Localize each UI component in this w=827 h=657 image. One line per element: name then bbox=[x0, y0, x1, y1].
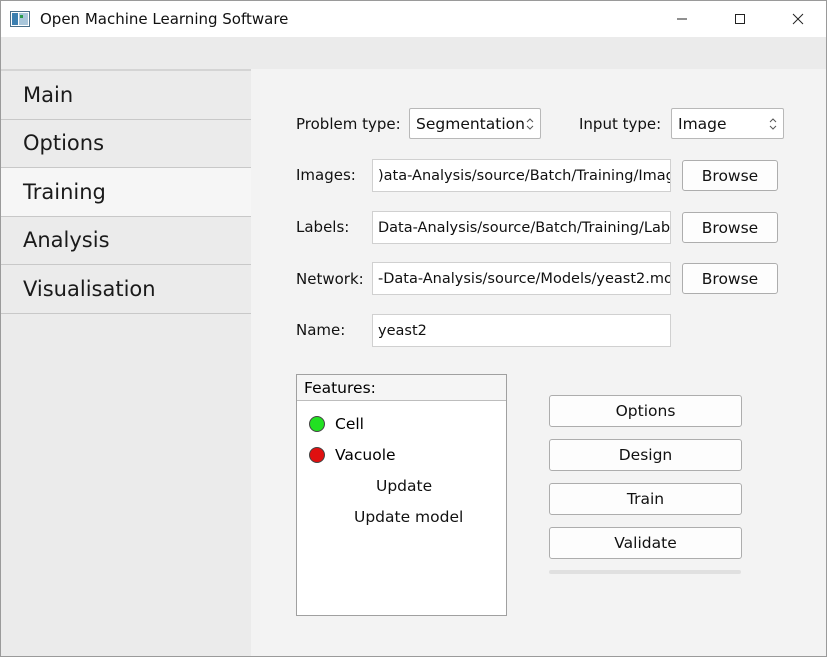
title-bar: Open Machine Learning Software bbox=[1, 1, 826, 37]
problem-type-select[interactable]: Segmentation bbox=[409, 108, 541, 139]
browse-labels-button[interactable]: Browse bbox=[682, 212, 778, 243]
close-icon bbox=[792, 13, 804, 25]
sidebar-item-label: Training bbox=[23, 179, 106, 204]
window-title: Open Machine Learning Software bbox=[40, 10, 289, 28]
images-path-field[interactable]: )ata-Analysis/source/Batch/Training/Imag… bbox=[372, 159, 671, 192]
sidebar-item-label: Main bbox=[23, 82, 74, 107]
app-logo-icon bbox=[10, 11, 30, 27]
design-button[interactable]: Design bbox=[549, 439, 742, 471]
problem-type-label: Problem type: bbox=[296, 115, 401, 133]
sidebar-item-visualisation[interactable]: Visualisation bbox=[1, 265, 251, 314]
maximize-icon bbox=[735, 14, 745, 24]
minimize-button[interactable] bbox=[653, 1, 711, 37]
validate-button[interactable]: Validate bbox=[549, 527, 742, 559]
labels-path-field[interactable]: Data-Analysis/source/Batch/Training/Labe… bbox=[372, 211, 671, 244]
network-path-field[interactable]: -Data-Analysis/source/Models/yeast2.mode… bbox=[372, 262, 671, 295]
toolbar-strip bbox=[1, 37, 826, 69]
training-panel: Problem type: Segmentation Input type: I… bbox=[251, 69, 826, 656]
name-label: Name: bbox=[296, 321, 346, 339]
features-panel: Features: Cell Vacuole Update Update mod… bbox=[296, 374, 507, 616]
input-type-value: Image bbox=[678, 114, 727, 133]
sidebar-item-training[interactable]: Training bbox=[1, 168, 251, 217]
features-header: Features: bbox=[297, 375, 506, 401]
app-window: Open Machine Learning Software Main Opti… bbox=[0, 0, 827, 657]
update-features-button[interactable]: Update bbox=[376, 477, 432, 495]
feature-color-icon[interactable] bbox=[309, 447, 325, 463]
update-model-button[interactable]: Update model bbox=[354, 508, 463, 526]
minimize-icon bbox=[677, 18, 687, 20]
input-type-label: Input type: bbox=[579, 115, 662, 133]
training-progress-bar bbox=[549, 570, 741, 574]
browse-images-button[interactable]: Browse bbox=[682, 160, 778, 191]
sidebar-item-analysis[interactable]: Analysis bbox=[1, 216, 251, 265]
images-label: Images: bbox=[296, 166, 356, 184]
feature-item-vacuole[interactable]: Vacuole bbox=[309, 446, 396, 464]
maximize-button[interactable] bbox=[711, 1, 769, 37]
sidebar-item-options[interactable]: Options bbox=[1, 119, 251, 168]
sidebar: Main Options Training Analysis Visualisa… bbox=[1, 69, 251, 656]
sidebar-item-main[interactable]: Main bbox=[1, 71, 251, 120]
sidebar-item-label: Analysis bbox=[23, 228, 110, 253]
close-button[interactable] bbox=[769, 1, 826, 37]
feature-item-cell[interactable]: Cell bbox=[309, 415, 364, 433]
network-label: Network: bbox=[296, 270, 364, 288]
options-button[interactable]: Options bbox=[549, 395, 742, 427]
model-name-field[interactable]: yeast2 bbox=[372, 314, 671, 347]
sidebar-item-label: Options bbox=[23, 131, 105, 156]
browse-network-button[interactable]: Browse bbox=[682, 263, 778, 294]
input-type-select[interactable]: Image bbox=[671, 108, 784, 139]
sidebar-item-label: Visualisation bbox=[23, 276, 156, 301]
updown-chevron-icon bbox=[526, 118, 534, 130]
problem-type-value: Segmentation bbox=[416, 114, 525, 133]
feature-label: Vacuole bbox=[335, 446, 396, 464]
feature-color-icon[interactable] bbox=[309, 416, 325, 432]
feature-label: Cell bbox=[335, 415, 364, 433]
train-button[interactable]: Train bbox=[549, 483, 742, 515]
labels-label: Labels: bbox=[296, 218, 350, 236]
updown-chevron-icon bbox=[769, 118, 777, 130]
